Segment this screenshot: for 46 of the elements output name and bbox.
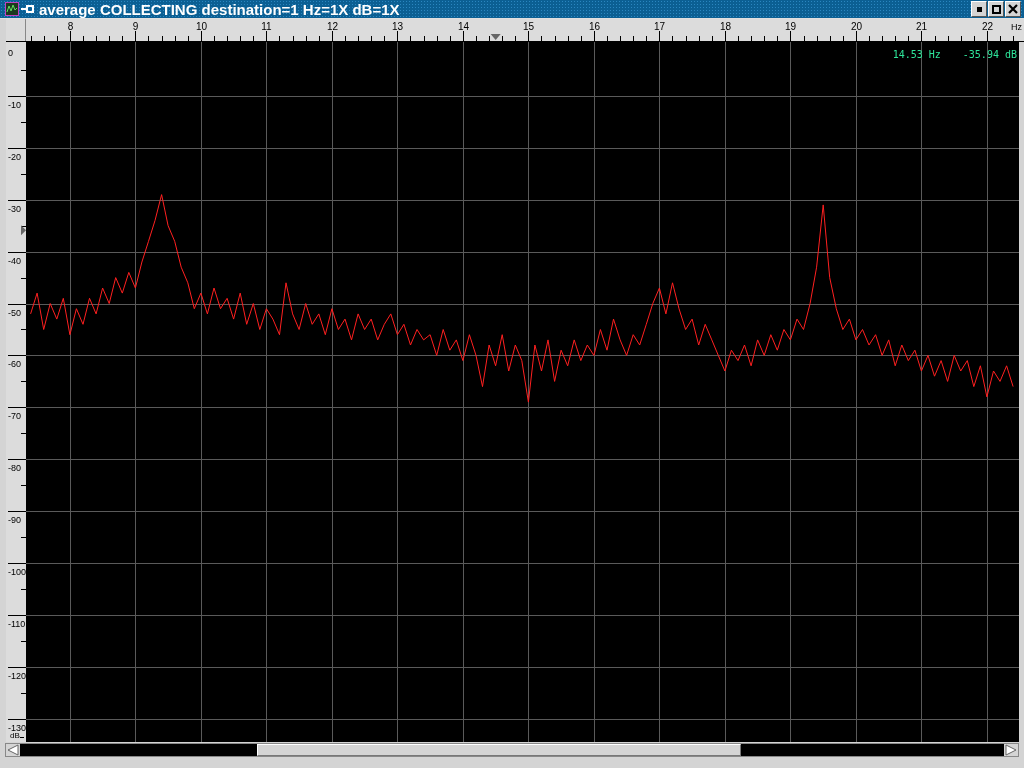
tick-label: 15 <box>522 21 535 32</box>
maximize-button[interactable] <box>988 1 1004 17</box>
tick-label: -20 <box>8 151 21 162</box>
scrollbar-thumb[interactable] <box>257 744 741 756</box>
tick-label: -90 <box>8 514 21 525</box>
tick-label: -120 <box>8 670 26 681</box>
app-icon[interactable] <box>5 2 19 16</box>
tick-label: -70 <box>8 410 21 421</box>
minimize-button[interactable] <box>971 1 987 17</box>
tick-label: -10 <box>8 99 21 110</box>
tick-label: 21 <box>915 21 928 32</box>
cursor-marker-icon[interactable] <box>490 34 501 40</box>
tick-label: 9 <box>132 21 139 32</box>
tick-label: -40 <box>8 255 21 266</box>
axis-unit-label: dB <box>10 731 20 740</box>
tick-label: 19 <box>784 21 797 32</box>
tick-label: -100 <box>8 566 26 577</box>
tick-label: 18 <box>719 21 732 32</box>
tick-label: 0 <box>8 47 13 58</box>
pin-icon[interactable] <box>21 4 35 14</box>
tick-label: 14 <box>457 21 470 32</box>
tick-label: 10 <box>195 21 208 32</box>
level-readout: -35.94 dB <box>962 48 1017 62</box>
scroll-left-icon[interactable] <box>6 744 20 756</box>
axis-unit-label: Hz <box>1011 22 1022 32</box>
tick-label: -50 <box>8 307 21 318</box>
frequency-ruler[interactable]: 8 9 10 11 12 13 14 15 16 17 18 19 20 21 22 Hz <box>26 19 1024 41</box>
tick-label: -130 <box>8 722 26 733</box>
close-button[interactable] <box>1005 1 1021 17</box>
tick-label: -60 <box>8 358 21 369</box>
frequency-readout: 14.53 Hz <box>892 48 941 62</box>
tick-label: 22 <box>981 21 994 32</box>
tick-label: -110 <box>8 618 26 629</box>
tick-label: 16 <box>588 21 601 32</box>
tick-label: 11 <box>261 21 272 32</box>
tick-label: 8 <box>67 21 74 32</box>
tick-label: 20 <box>850 21 863 32</box>
tick-label: 17 <box>653 21 666 32</box>
horizontal-scrollbar[interactable] <box>5 743 1019 757</box>
tick-label: -80 <box>8 462 21 473</box>
tick-label: 13 <box>391 21 404 32</box>
tick-label: -30 <box>8 203 21 214</box>
tick-label: 12 <box>326 21 339 32</box>
scroll-right-icon[interactable] <box>1004 744 1018 756</box>
level-ruler[interactable]: 0 -10 -20 -30 -40 -50 -60 -70 -80 -90 -100 -110 -120 -130 dB <box>6 42 26 742</box>
window-title: average COLLECTING destination=1 Hz=1X dB=1X <box>39 1 400 17</box>
